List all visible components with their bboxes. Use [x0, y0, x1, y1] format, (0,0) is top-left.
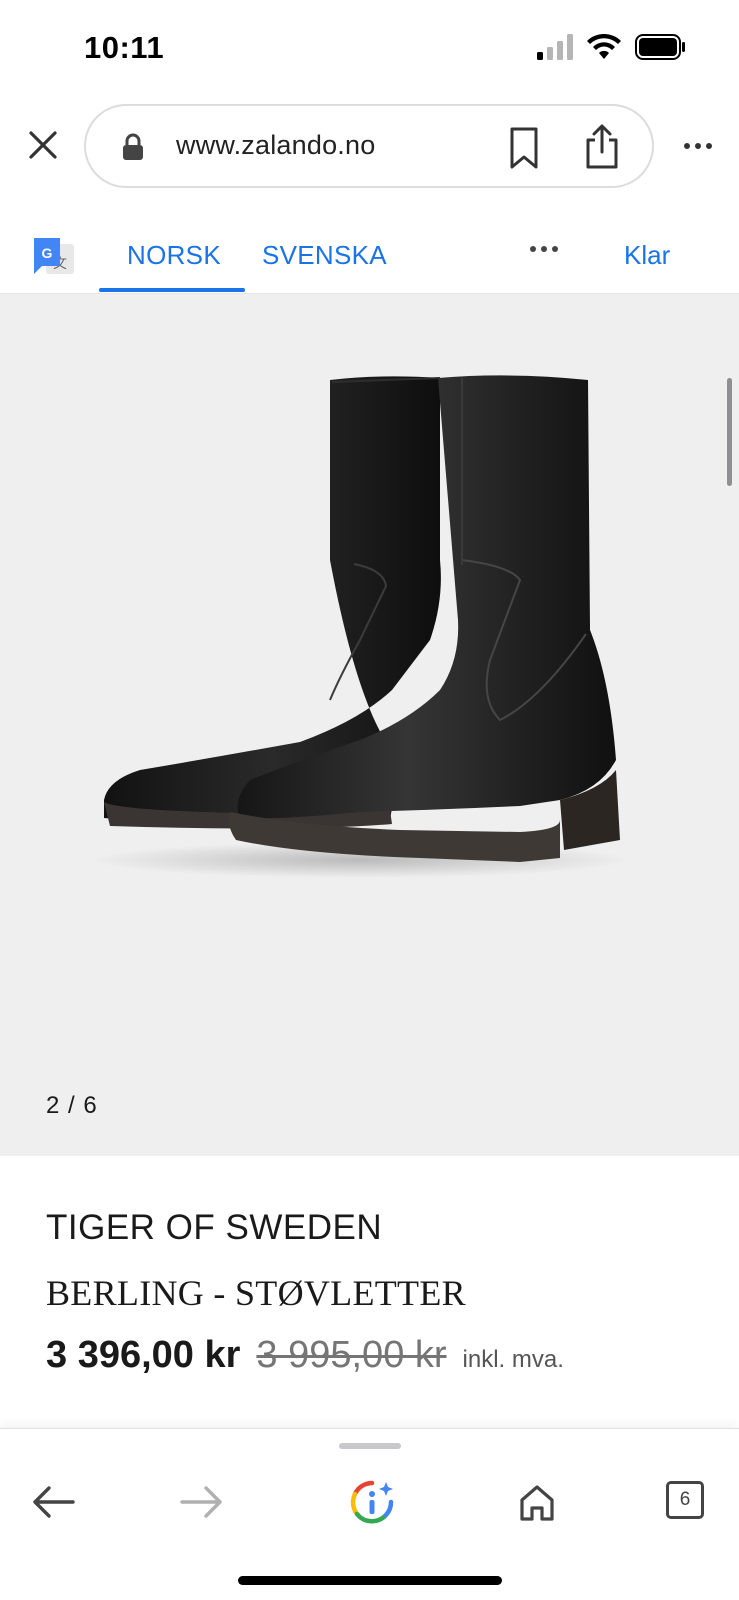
share-icon[interactable] — [582, 122, 622, 170]
tabs-icon[interactable]: 6 — [666, 1481, 704, 1519]
forward-button[interactable] — [175, 1475, 229, 1529]
close-button[interactable] — [22, 124, 64, 166]
active-tab-indicator — [99, 288, 245, 292]
bookmark-icon[interactable] — [504, 126, 544, 170]
url-text[interactable]: www.zalando.no — [176, 130, 375, 161]
more-icon — [530, 246, 536, 252]
forward-arrow-icon — [180, 1486, 222, 1518]
wifi-icon — [587, 34, 621, 59]
product-brand[interactable]: TIGER OF SWEDEN — [46, 1208, 382, 1248]
status-time: 10:11 — [84, 30, 165, 65]
google-translate-icon: 文 G — [34, 238, 74, 274]
google-lens-button[interactable] — [345, 1475, 399, 1529]
price-row: 3 396,00 kr 3 995,00 kr inkl. mva. — [46, 1334, 564, 1377]
bottom-toolbar: 6 — [0, 1428, 739, 1600]
price-current: 3 396,00 kr — [46, 1334, 241, 1376]
status-icons — [537, 34, 687, 60]
home-button[interactable] — [510, 1475, 564, 1529]
address-bar[interactable]: www.zalando.no — [84, 104, 654, 188]
product-image-gallery[interactable] — [0, 294, 739, 1156]
more-menu-button[interactable] — [678, 130, 718, 162]
vat-note: inkl. mva. — [462, 1346, 564, 1373]
svg-text:G: G — [42, 245, 53, 261]
product-title: BERLING - STØVLETTER — [46, 1273, 466, 1313]
back-button[interactable] — [26, 1475, 80, 1529]
translate-done-button[interactable]: Klar — [624, 240, 670, 271]
home-indicator[interactable] — [238, 1576, 502, 1585]
more-icon — [684, 143, 690, 149]
google-lens-icon — [350, 1480, 394, 1524]
cellular-signal-icon — [537, 34, 573, 60]
tab-norsk[interactable]: NORSK — [127, 240, 221, 271]
price-original: 3 995,00 kr — [256, 1334, 447, 1376]
sheet-grabber[interactable] — [339, 1443, 401, 1449]
tab-svenska[interactable]: SVENSKA — [262, 240, 387, 271]
product-image[interactable] — [0, 294, 739, 1156]
gallery-counter: 2 / 6 — [46, 1092, 98, 1119]
battery-icon — [635, 34, 685, 60]
translate-bar: 文 G NORSK SVENSKA Klar — [0, 214, 739, 294]
lock-icon — [123, 133, 143, 160]
status-bar: 10:11 — [0, 0, 739, 96]
close-icon — [29, 131, 57, 159]
home-icon — [520, 1485, 554, 1521]
translate-options-button[interactable] — [530, 246, 558, 252]
back-arrow-icon — [33, 1486, 75, 1518]
address-bar-row: www.zalando.no — [0, 104, 739, 188]
scroll-indicator[interactable] — [727, 378, 732, 486]
